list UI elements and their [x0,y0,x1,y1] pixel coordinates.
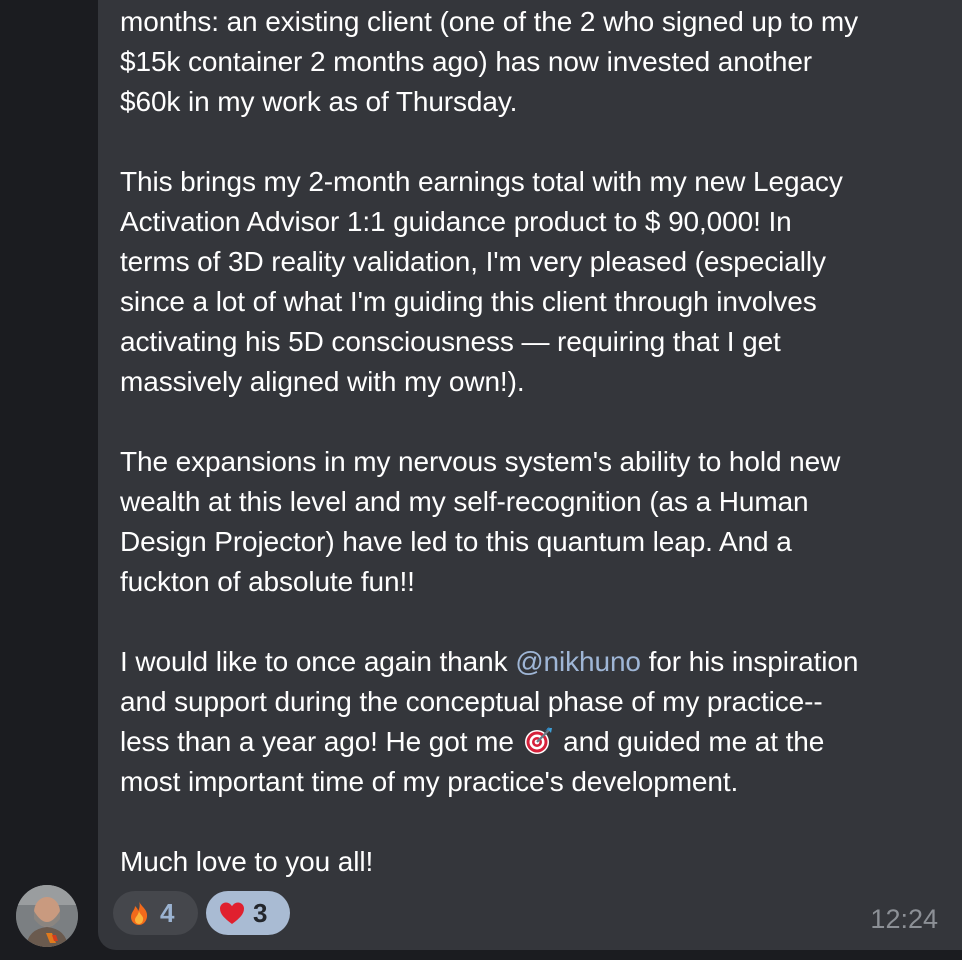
message-line: Activation Advisor 1:1 guidance product … [120,206,792,237]
message-text: months: an existing client (one of the 2… [120,2,940,882]
message-timestamp: 12:24 [870,904,938,934]
sender-avatar[interactable] [16,885,78,947]
reactions-bar: 4 3 [113,891,290,935]
direct-hit-icon [525,727,553,754]
got-text: less than a year ago! He got me [120,726,522,757]
message-line: massively aligned with my own!). [120,366,525,397]
message-line: and support during the conceptual phase … [120,686,823,717]
message-line: $60k in my work as of Thursday. [120,86,518,117]
message-line: Design Projector) have led to this quant… [120,526,792,557]
message-line: since a lot of what I'm guiding this cli… [120,286,817,317]
message-line: months: an existing client (one of the 2… [120,6,858,37]
fire-icon [131,901,148,925]
chat-view: months: an existing client (one of the 2… [0,0,962,960]
reaction-fire[interactable]: 4 [113,891,198,935]
message-line: fuckton of absolute fun!! [120,566,415,597]
user-mention-link[interactable]: @nikhuno [515,646,641,677]
message-line: $15k container 2 months ago) has now inv… [120,46,813,77]
heart-icon [220,902,244,924]
thank-text: I would like to once again thank [120,646,516,677]
message-line: Much love to you all! [120,846,374,877]
message-line: less than a year ago! He got me and guid… [120,722,940,762]
got-text-end: and guided me at the [555,726,825,757]
message-line: This brings my 2-month earnings total wi… [120,166,843,197]
message-line: most important time of my practice's dev… [120,766,739,797]
reaction-fire-count: 4 [160,897,175,928]
reaction-heart-count: 3 [253,897,268,928]
message-line: The expansions in my nervous system's ab… [120,446,841,477]
thank-text-end: for his inspiration [640,646,859,677]
message-line: wealth at this level and my self-recogni… [120,486,809,517]
message-line: activating his 5D consciousness — requir… [120,326,781,357]
reaction-heart[interactable]: 3 [206,891,290,935]
avatar-photo [16,885,78,947]
message-line: I would like to once again thank @nikhun… [120,642,940,682]
message-line: terms of 3D reality validation, I'm very… [120,246,826,277]
